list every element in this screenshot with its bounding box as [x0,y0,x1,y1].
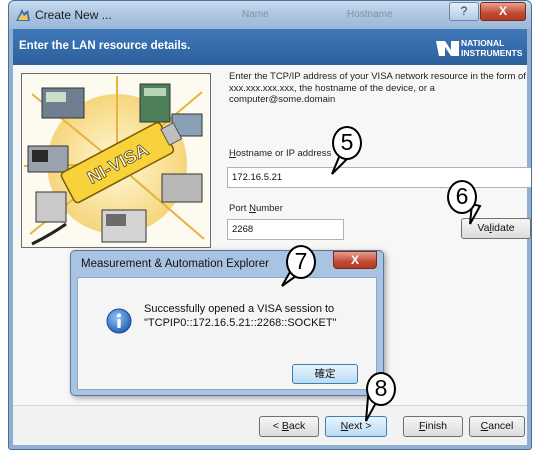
ni-logo-line1: NATIONAL [461,38,505,48]
cancel-post: ancel [488,420,514,432]
port-label: Port Number [229,203,283,214]
ghost-hostname-text: Hostname [347,9,393,20]
dialog-message: Successfully opened a VISA session to "T… [144,302,336,330]
dialog-message-line1: Successfully opened a VISA session to [144,303,335,315]
ni-logo-line2: INSTRUMENTS [461,48,523,58]
dialog-message-line2: "TCPIP0::172.16.5.21::2268::SOCKET" [144,317,337,329]
back-post: ack [288,420,306,432]
validate-post: idate [491,222,515,234]
dialog-close-button[interactable]: X [333,251,377,269]
callout-8: 8 [366,372,396,406]
finish-post: inish [425,420,448,432]
dialog-title: Measurement & Automation Explorer [81,258,269,270]
resource-description: Enter the TCP/IP address of your VISA ne… [229,71,526,105]
ni-logo-text: NATIONAL INSTRUMENTS [461,38,522,58]
hostname-input[interactable]: 172.16.5.21 [227,167,531,188]
window-close-button[interactable]: X [480,2,526,21]
callout-5: 5 [332,126,362,160]
message-dialog: Measurement & Automation Explorer X Succ… [70,250,384,396]
callout-6: 6 [447,180,477,214]
ni-eagle-icon [436,41,459,56]
callout-7: 7 [286,245,316,279]
finish-button[interactable]: Finish [403,416,463,437]
hostname-label: Hostname or IP address [229,148,331,159]
instruments-collage-icon: NI-VISA [22,74,210,247]
help-button[interactable]: ? [449,2,479,21]
ni-logo: NATIONAL INSTRUMENTS [435,36,522,60]
dialog-body: Successfully opened a VISA session to "T… [77,277,377,390]
port-input[interactable]: 2268 [227,219,344,240]
info-icon [106,308,132,334]
wizard-header: Enter the LAN resource details. NATIONAL… [13,29,527,65]
port-label-post: umber [255,203,283,214]
port-label-accel: N [249,203,256,214]
back-accel: B [281,420,289,432]
back-pre: < [272,420,282,432]
cancel-button[interactable]: Cancel [469,416,525,437]
window-title: Create New ... [35,8,112,22]
hostname-label-post: ostname or IP address [235,148,332,159]
ghost-name-text: Name [242,9,269,20]
wizard-footer: < Back Next > Finish Cancel [13,405,527,445]
ok-button[interactable]: 確定 [292,364,358,384]
back-button[interactable]: < Back [259,416,319,437]
header-title: Enter the LAN resource details. [19,40,191,52]
hostname-label-accel: H [229,148,236,159]
port-label-pre: Port [229,203,250,214]
ni-app-icon [16,9,30,21]
title-bar[interactable]: Create New ... Name Hostname ? X [9,1,531,29]
ni-visa-illustration: NI-VISA [21,73,211,248]
